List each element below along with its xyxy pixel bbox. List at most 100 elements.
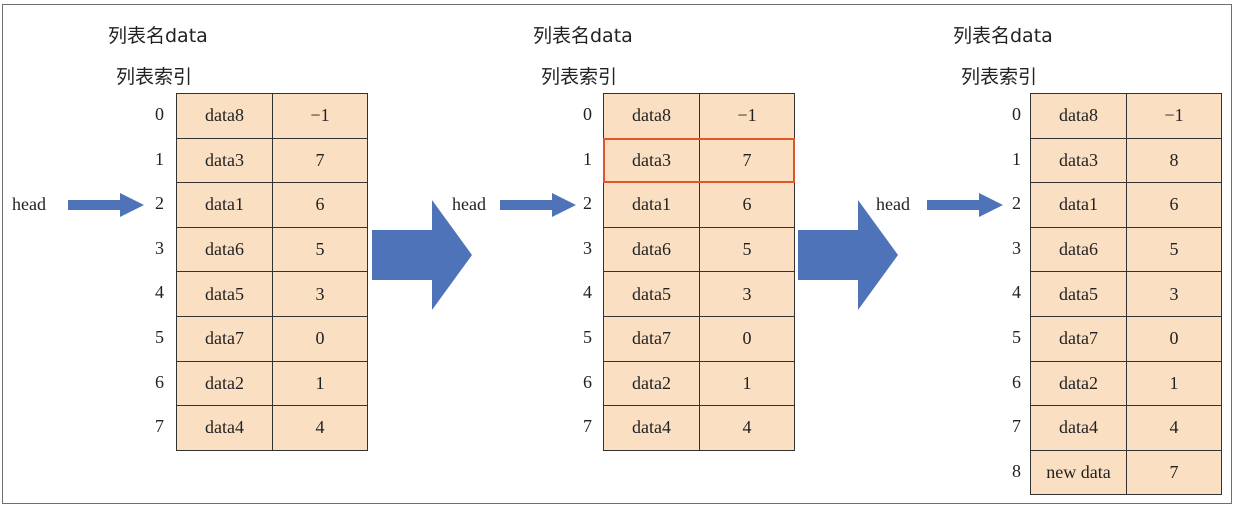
row-index: 6 (1012, 371, 1021, 392)
row-index: 5 (155, 327, 164, 347)
next-cell: 6 (272, 182, 368, 228)
table-row: data2 1 (603, 360, 795, 407)
next-cell: 1 (699, 360, 795, 407)
table-row: data6 5 (603, 226, 795, 273)
data-cell: data3 (603, 137, 700, 184)
next-cell: 0 (272, 315, 368, 362)
table-row: data4 4 (603, 405, 795, 451)
table-row: data8 −1 (176, 93, 368, 139)
table-row: data3 7 (176, 137, 368, 184)
data-cell: data6 (1030, 226, 1127, 273)
list-index-label: 列表索引 (961, 66, 1038, 88)
next-cell: −1 (699, 93, 795, 139)
next-cell: 6 (1126, 182, 1222, 228)
data-cell: data7 (176, 315, 273, 362)
table-row: data4 4 (176, 405, 368, 451)
next-cell: 1 (1126, 360, 1222, 407)
next-cell: 1 (272, 360, 368, 407)
list-name-label: 列表名data (953, 25, 1053, 47)
list-name-label: 列表名data (108, 25, 208, 47)
data-cell: data5 (603, 271, 700, 317)
row-index: 2 (155, 193, 164, 214)
next-cell: 0 (1126, 315, 1222, 362)
next-cell: 3 (699, 271, 795, 317)
next-cell: 8 (1126, 137, 1222, 184)
row-index: 7 (583, 416, 592, 437)
table-row: data4 4 (1030, 405, 1222, 451)
next-cell: −1 (1126, 93, 1222, 139)
data-cell: data1 (176, 182, 273, 228)
next-cell: 4 (1126, 405, 1222, 451)
table-row: data6 5 (1030, 226, 1222, 273)
list-name-label: 列表名data (533, 25, 633, 47)
table-row: data5 3 (603, 271, 795, 317)
row-index: 3 (583, 237, 592, 258)
data-cell: data1 (1030, 182, 1127, 228)
data-cell: data1 (603, 182, 700, 228)
head-label: head (12, 194, 46, 214)
row-index: 8 (1012, 460, 1021, 481)
next-cell: 7 (699, 137, 795, 184)
list-table: data8 −1 data3 8 data1 6 data6 5 data5 3 data7 0 dat… (1030, 93, 1222, 496)
table-row: data8 −1 (1030, 93, 1222, 139)
data-cell: data5 (1030, 271, 1127, 317)
table-row: data8 −1 (603, 93, 795, 139)
data-cell: data8 (603, 93, 700, 139)
next-cell: 3 (272, 271, 368, 317)
head-arrow-icon (927, 193, 1003, 217)
row-index: 0 (583, 104, 592, 124)
list-table: data8 −1 data3 7 data1 6 data6 5 data5 3 data7 0 dat… (603, 93, 795, 451)
table-row: data2 1 (176, 360, 368, 407)
row-index: 5 (583, 327, 592, 347)
table-row: data3 7 (603, 137, 795, 184)
row-index: 3 (155, 237, 164, 258)
next-cell: 6 (699, 182, 795, 228)
next-cell: 7 (1126, 449, 1222, 496)
head-arrow-icon (500, 193, 576, 217)
table-row: data1 6 (176, 182, 368, 228)
data-cell: data7 (1030, 315, 1127, 362)
table-row: data3 8 (1030, 137, 1222, 184)
row-index: 7 (155, 416, 164, 437)
next-cell: −1 (272, 93, 368, 139)
row-index: 6 (583, 371, 592, 392)
row-index: 1 (1012, 148, 1021, 169)
data-cell: data8 (176, 93, 273, 139)
table-row: data2 1 (1030, 360, 1222, 407)
transition-arrow-icon (372, 200, 472, 310)
data-cell: data4 (1030, 405, 1127, 451)
row-index: 2 (583, 193, 592, 214)
table-row: new data 7 (1030, 449, 1222, 496)
table-row: data1 6 (1030, 182, 1222, 228)
row-index: 0 (155, 104, 164, 124)
next-cell: 4 (272, 405, 368, 451)
data-cell: data2 (176, 360, 273, 407)
next-cell: 5 (272, 226, 368, 273)
data-cell: data3 (1030, 137, 1127, 184)
table-row: data7 0 (176, 315, 368, 362)
transition-arrow-icon (798, 200, 898, 310)
row-index: 0 (1012, 104, 1021, 124)
next-cell: 5 (1126, 226, 1222, 273)
row-index: 1 (155, 148, 164, 169)
data-cell: data7 (603, 315, 700, 362)
row-index: 6 (155, 371, 164, 392)
next-cell: 4 (699, 405, 795, 451)
row-index: 4 (1012, 282, 1021, 303)
data-cell: data5 (176, 271, 273, 317)
row-index: 3 (1012, 237, 1021, 258)
row-index: 7 (1012, 416, 1021, 437)
data-cell: data4 (176, 405, 273, 451)
data-cell: new data (1030, 449, 1127, 496)
table-row: data7 0 (1030, 315, 1222, 362)
next-cell: 7 (272, 137, 368, 184)
data-cell: data2 (1030, 360, 1127, 407)
row-index: 5 (1012, 327, 1021, 347)
next-cell: 3 (1126, 271, 1222, 317)
next-cell: 0 (699, 315, 795, 362)
list-index-label: 列表索引 (116, 66, 193, 88)
data-cell: data8 (1030, 93, 1127, 139)
data-cell: data4 (603, 405, 700, 451)
list-table: data8 −1 data3 7 data1 6 data6 5 data5 3 data7 0 dat… (176, 93, 368, 451)
data-cell: data6 (603, 226, 700, 273)
